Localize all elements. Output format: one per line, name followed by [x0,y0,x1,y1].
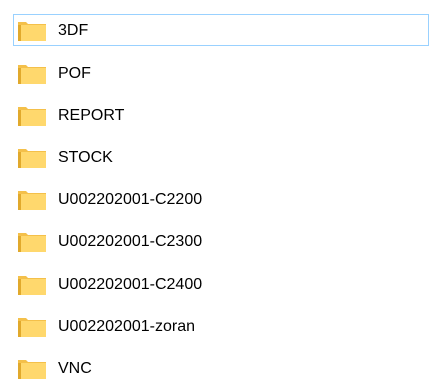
folder-name: U002202001-C2300 [58,233,203,250]
folder-item-report[interactable]: REPORT [13,99,429,131]
folder-name: U002202001-C2400 [58,276,203,293]
folder-item-u002202001-c2300[interactable]: U002202001-C2300 [13,225,429,257]
folder-name: STOCK [58,149,113,166]
folder-name: U002202001-zoran [58,318,195,335]
folder-name: POF [58,65,91,82]
folder-name: VNC [58,360,92,377]
folder-icon [18,107,46,126]
folder-icon [18,360,46,379]
folder-icon [18,276,46,295]
folder-icon [18,22,46,41]
folder-item-pof[interactable]: POF [13,57,429,89]
folder-icon [18,65,46,84]
folder-name: U002202001-C2200 [58,191,203,208]
folder-item-3df[interactable]: 3DF [13,14,429,46]
folder-item-u002202001-c2200[interactable]: U002202001-C2200 [13,183,429,215]
folder-icon [18,233,46,252]
folder-name: 3DF [58,22,89,39]
folder-name: REPORT [58,107,125,124]
folder-item-u002202001-c2400[interactable]: U002202001-C2400 [13,268,429,300]
folder-item-stock[interactable]: STOCK [13,141,429,173]
folder-item-u002202001-zoran[interactable]: U002202001-zoran [13,310,429,342]
folder-item-vnc[interactable]: VNC [13,352,429,380]
folder-icon [18,149,46,168]
file-list: 3DF POF REPORT STOCK U002202001-C2200 U0… [0,0,429,380]
folder-icon [18,318,46,337]
folder-icon [18,191,46,210]
